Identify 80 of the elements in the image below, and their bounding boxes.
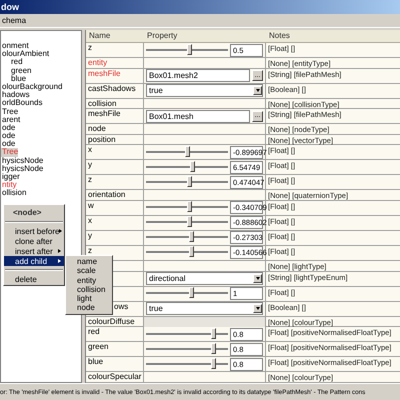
slider-thumb[interactable] bbox=[189, 246, 194, 258]
property-name: ows bbox=[114, 302, 128, 311]
property-name: y bbox=[88, 160, 92, 170]
menu-item[interactable]: light bbox=[66, 294, 112, 304]
dropdown[interactable]: true bbox=[146, 84, 263, 98]
tree-item[interactable]: ntity bbox=[1, 181, 17, 190]
tree-item[interactable]: hadows bbox=[1, 91, 30, 100]
menu-title: <node> bbox=[12, 206, 42, 218]
property-name: node bbox=[88, 124, 106, 134]
text-field[interactable]: Box01.mesh bbox=[146, 110, 250, 123]
text-field[interactable]: Box01.mesh2 bbox=[146, 69, 250, 82]
tree-item[interactable]: ode bbox=[1, 140, 16, 148]
property-name: castShadows bbox=[88, 84, 136, 93]
menu-item[interactable]: add child bbox=[4, 256, 64, 266]
property-name: orientation bbox=[88, 190, 126, 200]
tree-item[interactable]: olourAmbient bbox=[1, 50, 50, 58]
menu-item[interactable]: name bbox=[66, 257, 112, 266]
tree-item[interactable]: hysicsNode bbox=[1, 156, 44, 165]
column-header[interactable]: Notes bbox=[266, 30, 400, 42]
property-name: y bbox=[88, 230, 92, 240]
slider-thumb[interactable] bbox=[211, 328, 216, 339]
menu-item[interactable]: insert before bbox=[4, 226, 64, 236]
column-header[interactable]: Name bbox=[86, 30, 144, 42]
tree-item[interactable]: ollision bbox=[1, 189, 26, 198]
property-name: w bbox=[88, 200, 94, 210]
slider-thumb[interactable] bbox=[187, 44, 192, 54]
tree-item[interactable]: igger bbox=[1, 173, 20, 182]
menu-item[interactable]: entity bbox=[66, 276, 112, 285]
tree-item[interactable]: olourBackground bbox=[1, 82, 62, 92]
property-name: position bbox=[88, 134, 116, 144]
slider-thumb[interactable] bbox=[189, 231, 194, 242]
tree-item[interactable]: orldBounds bbox=[1, 99, 42, 108]
window-title: dow bbox=[1, 2, 19, 12]
property-name: x bbox=[88, 145, 92, 154]
tree-item[interactable]: blue bbox=[10, 74, 26, 83]
property-name: red bbox=[88, 327, 100, 336]
slider-thumb[interactable] bbox=[186, 201, 192, 212]
menu-item[interactable]: chema bbox=[0, 16, 28, 25]
tree-item[interactable]: hysicsNode bbox=[1, 164, 44, 173]
property-name: blue bbox=[88, 357, 104, 366]
menu-item[interactable]: insert after bbox=[4, 246, 64, 256]
property-name: x bbox=[88, 216, 92, 225]
slider-thumb[interactable] bbox=[211, 342, 216, 354]
slider-thumb[interactable] bbox=[211, 358, 216, 369]
property-name: z bbox=[88, 43, 92, 52]
property-name: meshFile bbox=[88, 109, 120, 118]
menu-item[interactable]: collision bbox=[66, 284, 112, 294]
column-header[interactable]: Property bbox=[144, 30, 266, 42]
slider-thumb[interactable] bbox=[185, 146, 190, 157]
tree-item[interactable]: onment bbox=[1, 42, 29, 50]
property-name: colourDiffuse bbox=[88, 316, 135, 326]
slider-thumb[interactable] bbox=[189, 287, 194, 298]
tree-item[interactable]: Tree bbox=[1, 108, 18, 116]
tree-item[interactable]: ode bbox=[1, 132, 16, 140]
submenu-arrow-icon bbox=[58, 249, 61, 253]
tree-item[interactable]: red bbox=[10, 58, 23, 67]
slider-thumb[interactable] bbox=[190, 160, 195, 172]
slider-thumb[interactable] bbox=[186, 216, 192, 228]
submenu-arrow-icon bbox=[58, 259, 61, 263]
property-name: meshFile bbox=[88, 68, 120, 78]
property-name: colourSpecular bbox=[88, 372, 142, 382]
dropdown-arrow-icon bbox=[256, 277, 260, 280]
menu-item[interactable]: node bbox=[66, 303, 112, 313]
dropdown[interactable]: true bbox=[146, 302, 263, 316]
slider-thumb[interactable] bbox=[186, 176, 192, 187]
property-name: entity bbox=[88, 58, 108, 67]
menu-item[interactable]: scale bbox=[66, 266, 112, 276]
property-name: z bbox=[88, 175, 92, 184]
dropdown-arrow-icon bbox=[256, 89, 260, 92]
tree-item[interactable]: ode bbox=[1, 124, 16, 132]
tree-item[interactable]: arent bbox=[1, 116, 20, 124]
menu-item[interactable]: clone after bbox=[4, 236, 64, 246]
property-name: z bbox=[88, 246, 92, 255]
tree-item[interactable]: green bbox=[10, 66, 32, 75]
menu-item[interactable]: delete bbox=[4, 274, 64, 284]
dropdown[interactable]: directional bbox=[146, 272, 263, 286]
property-name: collision bbox=[88, 98, 116, 108]
dropdown-arrow-icon bbox=[256, 307, 260, 310]
property-name: green bbox=[88, 342, 108, 352]
submenu-arrow-icon bbox=[59, 229, 62, 233]
